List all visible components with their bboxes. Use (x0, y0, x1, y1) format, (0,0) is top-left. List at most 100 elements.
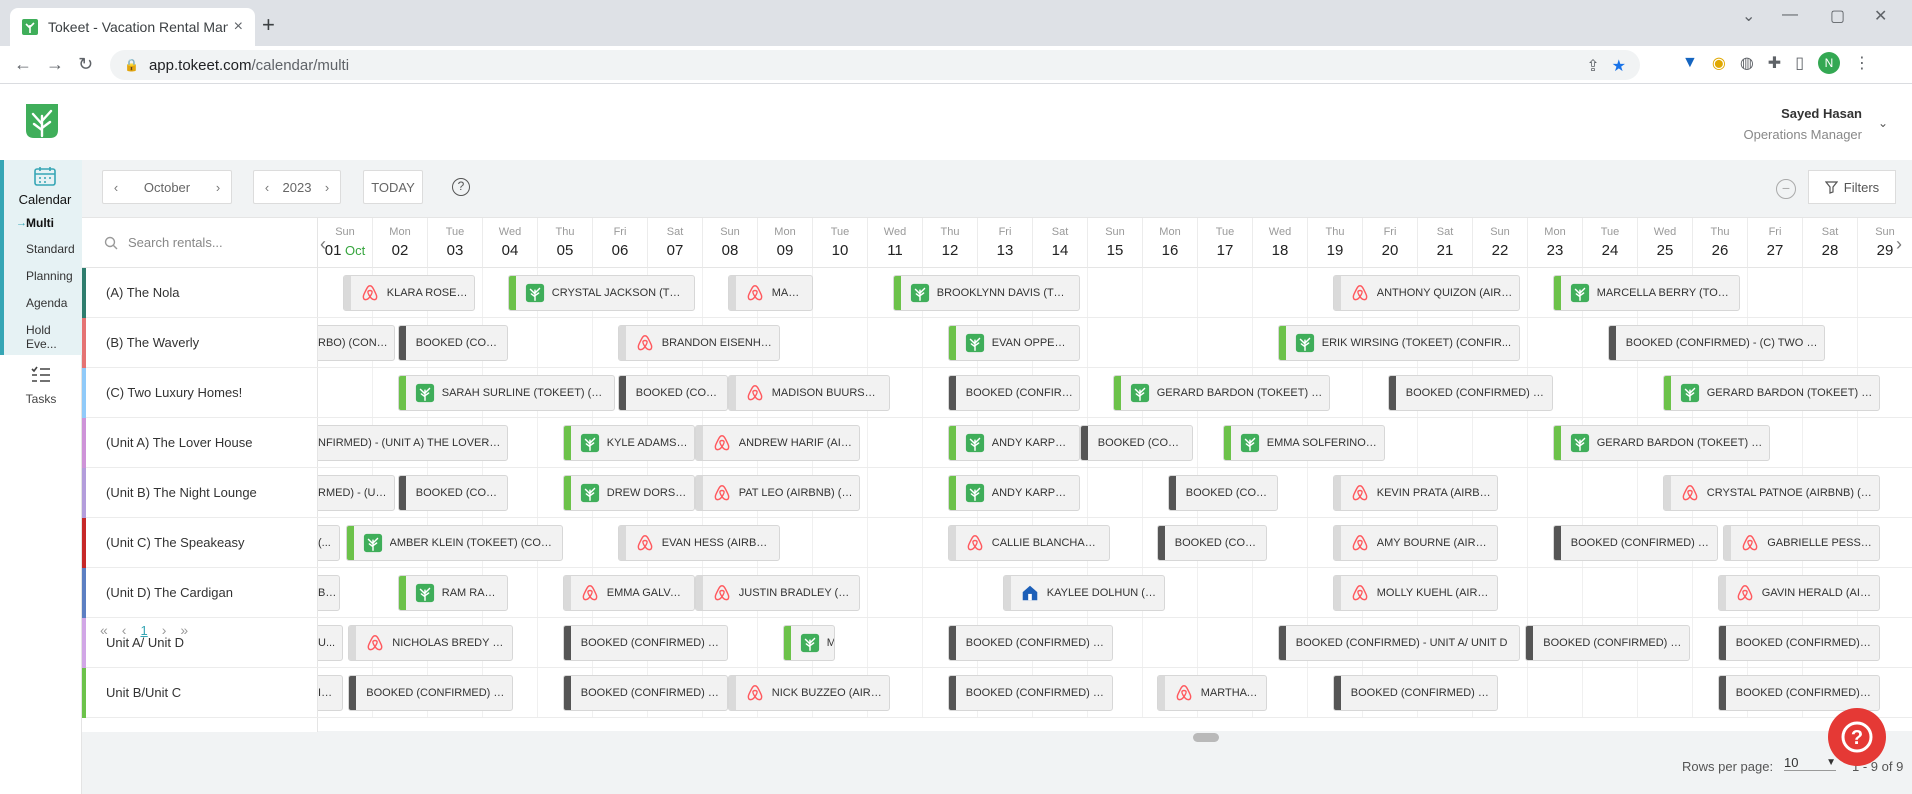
booking-bar[interactable]: EMMA GALVAN (AIRB... (562, 575, 695, 611)
bookmark-star-icon[interactable]: ★ (1612, 56, 1626, 76)
booking-bar[interactable]: KLARA ROSENBERG (... (342, 275, 475, 311)
extensions-puzzle-icon[interactable]: ✚ (1768, 53, 1781, 73)
prev-month-icon[interactable]: ‹ (103, 180, 129, 195)
next-month-icon[interactable]: › (205, 180, 231, 195)
booking-bar[interactable]: BOOKED (CONFI... (1156, 525, 1267, 561)
booking-bar[interactable]: BOOKED (CONFI... (1167, 475, 1278, 511)
search-rentals[interactable]: Search rentals... (82, 218, 318, 268)
booking-bar[interactable]: M (782, 625, 835, 661)
booking-bar[interactable]: KYLE ADAMS (TOKEE... (562, 425, 695, 461)
booking-bar[interactable]: RBO) (CONFI... (318, 325, 395, 361)
booking-bar[interactable]: JUSTIN BRADLEY (AI... (694, 575, 860, 611)
extension-v-icon[interactable]: ▼ (1682, 54, 1698, 72)
booking-bar[interactable]: MARCELLA BERRY (TOKEET) (CO... (1552, 275, 1740, 311)
tokeet-logo-icon[interactable] (24, 102, 60, 140)
booking-bar[interactable]: U... (318, 625, 343, 661)
tasks-icon[interactable] (31, 366, 51, 384)
booking-bar[interactable]: SARAH SURLINE (TOKEET) (CON... (397, 375, 615, 411)
user-menu[interactable]: Sayed Hasan Operations Manager (1743, 106, 1862, 142)
booking-bar[interactable]: NICK BUZZEO (AIRBN... (727, 675, 890, 711)
booking-bar[interactable]: BOOKED (CONFIRMED) - U... (947, 625, 1113, 661)
booking-bar[interactable]: B... (318, 575, 340, 611)
rental-row[interactable]: (B) The Waverly (82, 318, 318, 368)
booking-bar[interactable]: ANDY KARPEL (TOKE... (947, 475, 1080, 511)
booking-bar[interactable]: PAT LEO (AIRBNB) (C... (694, 475, 860, 511)
maximize-icon[interactable]: ▢ (1830, 6, 1845, 26)
nav-multi[interactable]: Multi (26, 216, 54, 230)
rental-row[interactable]: Unit B/Unit C (82, 668, 318, 718)
url-input[interactable]: 🔒 app.tokeet.com/calendar/multi ⇪ ★ (110, 50, 1640, 80)
rows-per-page-select[interactable]: 10 ▼ (1784, 755, 1836, 771)
booking-bar[interactable]: AMBER KLEIN (TOKEET) (CONFIR... (345, 525, 563, 561)
booking-bar[interactable]: RMED) - (UNI... (318, 475, 395, 511)
horizontal-scrollbar[interactable] (1193, 733, 1219, 742)
booking-bar[interactable]: BROOKLYNN DAVIS (TOKEET) (C... (892, 275, 1080, 311)
booking-bar[interactable]: BOOKED (CONFIRMED) - (C... (947, 375, 1080, 411)
help-chat-button[interactable]: ? (1828, 708, 1886, 766)
window-minimize-icon[interactable]: — (1782, 6, 1798, 24)
today-button[interactable]: TODAY (363, 170, 423, 204)
booking-bar[interactable]: MARTHA B... (1156, 675, 1267, 711)
profile-avatar[interactable]: N (1818, 52, 1840, 74)
booking-bar[interactable]: NFIRMED) - (UNIT A) THE LOVER HO... (318, 425, 508, 461)
next-page-icon[interactable]: › (162, 622, 167, 638)
extension-dark-icon[interactable]: ◍ (1740, 53, 1754, 73)
booking-bar[interactable]: KAYLEE DOLHUN (VR... (1002, 575, 1165, 611)
share-icon[interactable]: ⇪ (1586, 56, 1599, 76)
rental-row[interactable]: (Unit B) The Night Lounge (82, 468, 318, 518)
extension-color-icon[interactable]: ◉ (1712, 53, 1726, 73)
booking-bar[interactable]: MARTHA B... (727, 275, 813, 311)
forward-icon[interactable]: → (46, 54, 64, 75)
booking-bar[interactable]: GERARD BARDON (TOKEET) (CO... (1112, 375, 1330, 411)
booking-bar[interactable]: IT ... (318, 675, 343, 711)
rental-row[interactable]: (C) Two Luxury Homes! (82, 368, 318, 418)
reload-icon[interactable]: ↻ (78, 54, 93, 75)
booking-bar[interactable]: MOLLY KUEHL (AIRBN... (1332, 575, 1498, 611)
booking-bar[interactable]: GAVIN HERALD (AIRB... (1717, 575, 1880, 611)
rental-row[interactable]: (A) The Nola (82, 268, 318, 318)
window-close-icon[interactable]: ✕ (1874, 6, 1887, 26)
sidepanel-icon[interactable]: ▯ (1795, 53, 1804, 73)
booking-bar[interactable]: BOOKED (CONFIRMED) - (C... (1387, 375, 1553, 411)
booking-bar[interactable]: BOOKED (CONFI... (397, 475, 508, 511)
zoom-out-icon[interactable]: − (1776, 179, 1796, 199)
booking-bar[interactable]: GERARD BARDON (TOKEET) (CO... (1662, 375, 1880, 411)
booking-bar[interactable]: AMY BOURNE (AIRBN... (1332, 525, 1498, 561)
booking-bar[interactable]: KEVIN PRATA (AIRBN... (1332, 475, 1498, 511)
booking-bar[interactable]: BOOKED (CONFIRMED) - U... (947, 675, 1113, 711)
booking-bar[interactable]: BOOKED (CONFIRMED) - (C) TWO LUX... (1607, 325, 1825, 361)
back-icon[interactable]: ← (14, 54, 32, 75)
minimize-icon[interactable]: ⌄ (1742, 6, 1755, 26)
booking-bar[interactable]: ANDY KARPEL (TOKE... (947, 425, 1080, 461)
booking-bar[interactable]: GABRIELLE PESSON (... (1723, 525, 1880, 561)
booking-bar[interactable]: ANDREW HARIF (AIRB... (694, 425, 860, 461)
rental-row[interactable]: (Unit C) The Speakeasy (82, 518, 318, 568)
booking-bar[interactable]: BOOKED (CONFIRMED) - U... (1332, 675, 1498, 711)
booking-bar[interactable]: CRYSTAL PATNOE (AIRBNB) (CO... (1662, 475, 1880, 511)
booking-bar[interactable]: EVAN OPPENHEIMER ... (947, 325, 1080, 361)
booking-bar[interactable]: BOOKED (CONFIRMED) - (C... (1552, 525, 1718, 561)
booking-bar[interactable]: RAM RAM... (397, 575, 508, 611)
tab-close-icon[interactable]: × (234, 18, 243, 36)
booking-bar[interactable]: CRYSTAL JACKSON (TOKEET) (C... (507, 275, 695, 311)
booking-bar[interactable]: ERIK WIRSING (TOKEET) (CONFIR... (1277, 325, 1520, 361)
booking-bar[interactable]: BOOKED (CONFIRMED) - UNIT A/ UNIT D (1277, 625, 1520, 661)
new-tab-icon[interactable]: + (262, 12, 275, 38)
calendar-icon[interactable] (34, 166, 56, 186)
next-year-icon[interactable]: › (314, 180, 340, 195)
help-icon[interactable]: ? (452, 178, 470, 196)
prev-page-icon[interactable]: ‹ (122, 622, 127, 638)
search-input[interactable]: Search rentals... (128, 235, 223, 250)
filters-button[interactable]: Filters (1808, 170, 1896, 204)
booking-bar[interactable]: BOOKED (CONFIRMED) - (C... (1525, 625, 1691, 661)
booking-bar[interactable]: BOOKED (CONFI... (397, 325, 508, 361)
booking-bar[interactable]: NICHOLAS BREDY (AI... (348, 625, 514, 661)
booking-bar[interactable]: BOOKED (CONFIRMED) - U... (1717, 625, 1880, 661)
booking-bar[interactable]: MADISON BUURSMA (... (727, 375, 890, 411)
first-page-icon[interactable]: « (100, 622, 108, 638)
nav-calendar-label[interactable]: Calendar (4, 192, 86, 207)
booking-bar[interactable]: BOOKED (CONFIRMED) - U... (562, 625, 728, 661)
booking-bar[interactable]: ANTHONY QUIZON (AIRBNB) (CO... (1332, 275, 1520, 311)
booking-bar[interactable]: BOOKED (CONFI... (617, 375, 728, 411)
rental-row[interactable]: (Unit A) The Lover House (82, 418, 318, 468)
